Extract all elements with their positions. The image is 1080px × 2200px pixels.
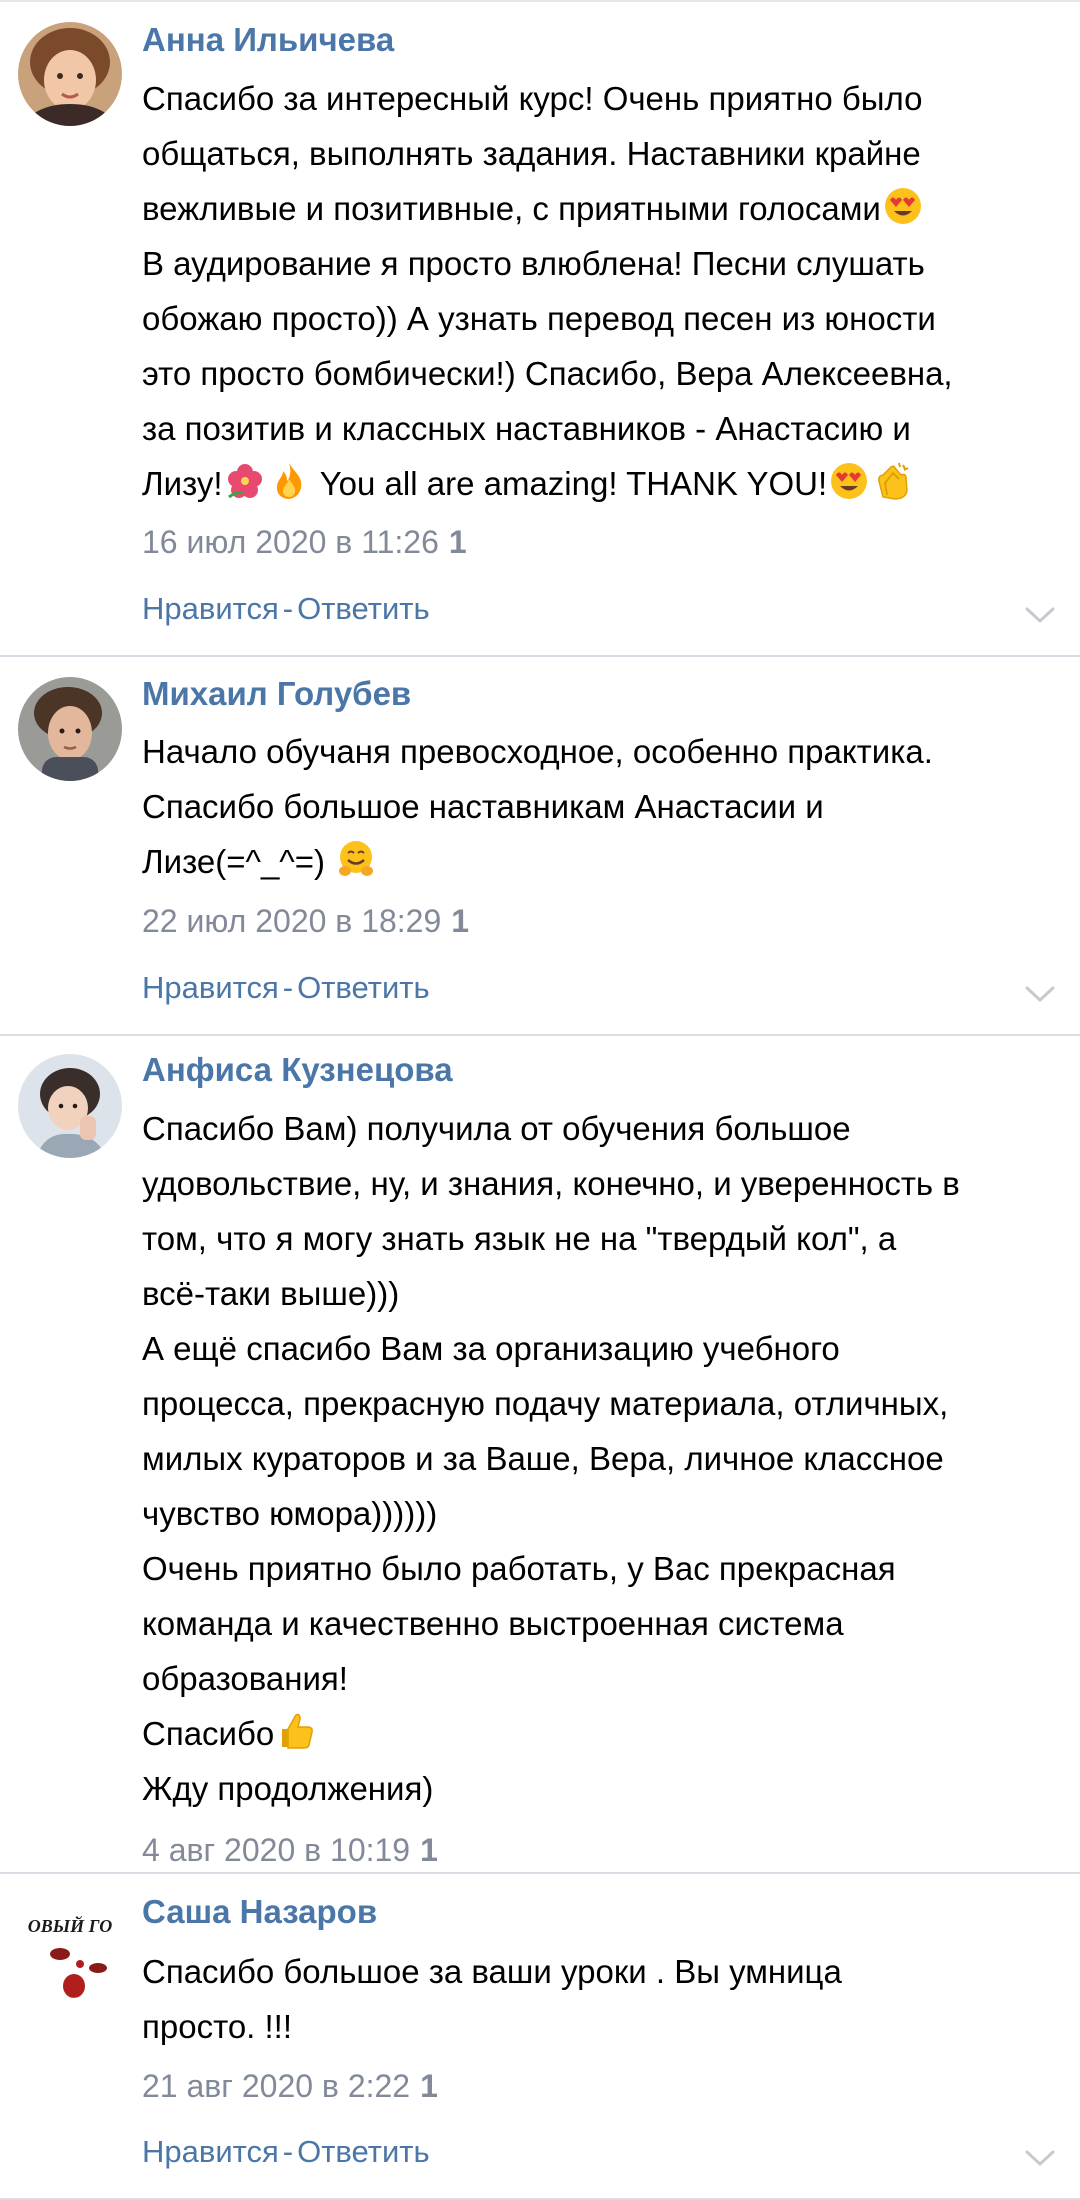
avatar[interactable] — [18, 22, 122, 126]
chevron-down-icon[interactable] — [1024, 984, 1056, 1004]
comment-line: процесса, прекрасную подачу материала, о… — [142, 1385, 949, 1422]
comment-author[interactable]: Михаил Голубев — [142, 674, 411, 714]
comment-meta: 22 июл 2020 в 18:29 1 — [142, 901, 469, 941]
comment-line: образования! — [142, 1660, 348, 1697]
like-count: 1 — [420, 2068, 438, 2104]
fire-icon — [269, 461, 309, 501]
like-count: 1 — [451, 903, 470, 939]
smiling-face-with-heart-eyes-icon — [829, 461, 869, 501]
reply-button[interactable]: Ответить — [297, 970, 430, 1005]
comment-line: милых кураторов и за Ваше, Вера, личное … — [142, 1440, 944, 1477]
comment-line-text: вежливые и позитивные, с приятными голос… — [142, 190, 881, 227]
comment-line: чувство юмора)))))) — [142, 1495, 438, 1532]
comment-line: общаться, выполнять задания. Наставники … — [142, 135, 921, 172]
comment-line: за позитив и классных наставников - Анас… — [142, 410, 911, 447]
avatar[interactable] — [18, 1054, 122, 1158]
comment-line: Спасибо — [142, 1706, 1067, 1761]
avatar[interactable]: ОВЫЙ ГО — [18, 1894, 122, 1998]
comment-line: вежливые и позитивные, с приятными голос… — [142, 181, 1067, 236]
comment-line: А ещё спасибо Вам за организацию учебног… — [142, 1330, 840, 1367]
comment-line: Начало обучаня превосходное, особенно пр… — [142, 733, 933, 770]
smiling-face-with-heart-eyes-icon — [883, 186, 923, 226]
comment-text: Спасибо большое за ваши уроки . Вы умниц… — [142, 1944, 1067, 2054]
comment-line: Лизу! You all are amazing! THANK YOU! — [142, 456, 1067, 511]
reply-button[interactable]: Ответить — [297, 2134, 430, 2169]
reply-button[interactable]: Ответить — [297, 591, 430, 626]
comment-meta: 16 июл 2020 в 11:26 1 — [142, 522, 467, 562]
comment-item: Анна Ильичева Спасибо за интересный курс… — [0, 0, 1080, 657]
like-button[interactable]: Нравится — [142, 2134, 279, 2169]
comment-actions: Нравится - Ответить — [142, 589, 430, 629]
comment-text: Начало обучаня превосходное, особенно пр… — [142, 724, 1067, 889]
comment-meta: 4 авг 2020 в 10:19 1 — [142, 1830, 438, 1870]
action-separator: - — [282, 591, 294, 626]
chevron-down-icon[interactable] — [1024, 2148, 1056, 2168]
comment-date[interactable]: 21 авг 2020 в 2:22 — [142, 2068, 410, 2104]
comment-date[interactable]: 22 июл 2020 в 18:29 — [142, 903, 441, 939]
comment-author[interactable]: Анфиса Кузнецова — [142, 1050, 453, 1090]
avatar-text: ОВЫЙ ГО — [28, 1914, 113, 1936]
comment-line: том, что я могу знать язык не на "тверды… — [142, 1220, 897, 1257]
comment-line-text: Лизе(=^_^=) — [142, 843, 326, 880]
avatar[interactable] — [18, 677, 122, 781]
comment-line: Очень приятно было работать, у Вас прекр… — [142, 1550, 896, 1587]
comment-line: Спасибо большое за ваши уроки . Вы умниц… — [142, 1953, 842, 1990]
thumbs-up-icon — [276, 1711, 316, 1751]
comment-author[interactable]: Саша Назаров — [142, 1892, 377, 1932]
comment-line: Лизе(=^_^=) — [142, 834, 1067, 889]
comment-date[interactable]: 4 авг 2020 в 10:19 — [142, 1832, 410, 1868]
comment-actions: Нравится - Ответить — [142, 968, 430, 1008]
like-button[interactable]: Нравится — [142, 591, 279, 626]
comment-line: всё-таки выше))) — [142, 1275, 400, 1312]
comment-line: это просто бомбически!) Спасибо, Вера Ал… — [142, 355, 953, 392]
comment-author[interactable]: Анна Ильичева — [142, 20, 394, 60]
comment-line: Спасибо большое наставникам Анастасии и — [142, 788, 824, 825]
comment-line: Жду продолжения) — [142, 1770, 434, 1807]
comment-line: удовольствие, ну, и знания, конечно, и у… — [142, 1165, 960, 1202]
action-separator: - — [282, 970, 294, 1005]
comment-line: просто. !!! — [142, 2008, 293, 2045]
action-separator: - — [282, 2134, 294, 2169]
chevron-down-icon[interactable] — [1024, 605, 1056, 625]
comment-text: Спасибо Вам) получила от обучения большо… — [142, 1101, 1067, 1816]
like-button[interactable]: Нравится — [142, 970, 279, 1005]
comment-item: Анфиса Кузнецова Спасибо Вам) получила о… — [0, 1036, 1080, 1874]
comment-line: команда и качественно выстроенная систем… — [142, 1605, 844, 1642]
comment-line-text: You all are amazing! THANK YOU! — [319, 465, 828, 502]
clapping-hands-icon — [873, 461, 913, 501]
comment-line-text: Лизу! — [142, 465, 223, 502]
comment-line: Спасибо Вам) получила от обучения большо… — [142, 1110, 851, 1147]
comment-actions: Нравится - Ответить — [142, 2132, 430, 2172]
comment-line-text: Спасибо — [142, 1715, 275, 1752]
comment-line: В аудирование я просто влюблена! Песни с… — [142, 245, 925, 282]
comment-line: обожаю просто)) А узнать перевод песен и… — [142, 300, 936, 337]
comment-item: Михаил Голубев Начало обучаня превосходн… — [0, 657, 1080, 1036]
like-count: 1 — [448, 524, 467, 560]
hugging-face-icon — [336, 839, 376, 879]
like-count: 1 — [420, 1832, 438, 1868]
comment-line: Спасибо за интересный курс! Очень приятн… — [142, 80, 923, 117]
comment-date[interactable]: 16 июл 2020 в 11:26 — [142, 524, 439, 560]
comment-meta: 21 авг 2020 в 2:22 1 — [142, 2066, 438, 2106]
comment-text: Спасибо за интересный курс! Очень приятн… — [142, 71, 1067, 511]
hibiscus-icon — [225, 461, 265, 501]
comment-item: ОВЫЙ ГО Саша Назаров Спасибо большое за … — [0, 1874, 1080, 2200]
